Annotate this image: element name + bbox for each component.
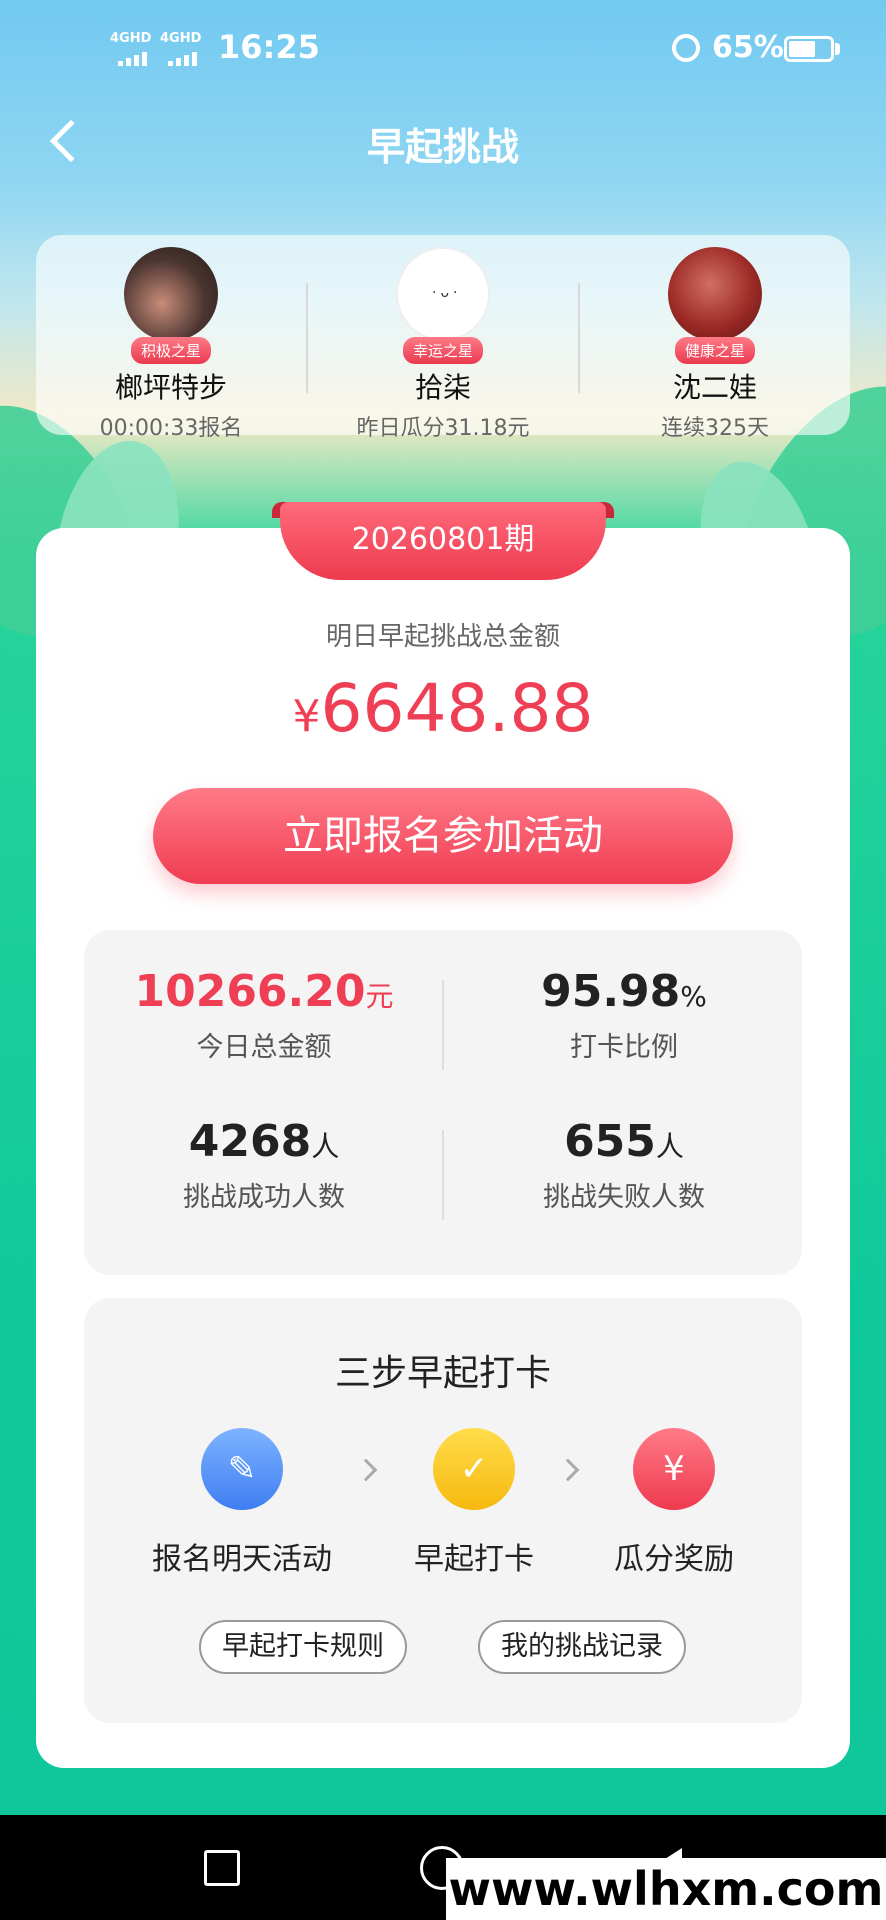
- stat-unit: 人: [655, 1130, 684, 1163]
- pool-amount: ¥6648.88: [0, 670, 886, 747]
- stat-success-count: 4268人 挑战成功人数: [104, 1116, 424, 1214]
- avatar: [668, 247, 762, 341]
- signal-icon: [118, 50, 158, 66]
- star-name: 沈二娃: [672, 371, 757, 404]
- star-name: 拾柒: [414, 371, 471, 404]
- pool-label: 明日早起挑战总金额: [325, 622, 560, 652]
- page-title: 早起挑战: [366, 125, 519, 169]
- currency-symbol: ¥: [292, 691, 321, 742]
- pool-value: 6648.88: [320, 670, 594, 747]
- period-tab: 20260801期: [280, 502, 606, 580]
- star-badge: 幸运之星: [402, 337, 483, 364]
- stat-fail-count: 655人 挑战失败人数: [464, 1116, 784, 1214]
- stat-number: 655: [564, 1116, 656, 1167]
- stat-number: 10266.20: [134, 966, 366, 1017]
- stats-panel: 10266.20元 今日总金额 95.98% 打卡比例 4268人 挑战成功人数…: [84, 930, 802, 1275]
- stat-value: 655人: [464, 1116, 784, 1167]
- step-label-reward: 瓜分奖励: [614, 1542, 734, 1577]
- star-sub: 昨日瓜分31.18元: [356, 416, 530, 441]
- stat-unit: 元: [365, 980, 394, 1013]
- records-button[interactable]: 我的挑战记录: [478, 1620, 686, 1674]
- battery-icon: [784, 36, 834, 62]
- star-sub: 连续325天: [661, 416, 769, 441]
- stat-label: 今日总金额: [196, 1032, 332, 1063]
- star-sub: 00:00:33报名: [99, 416, 243, 441]
- alarm-icon: [672, 34, 700, 62]
- watermark: www.wlhxm.com: [446, 1858, 886, 1920]
- star-name: 榔坪特步: [114, 371, 227, 404]
- avatar: ·ᴗ·: [396, 247, 490, 341]
- rules-button[interactable]: 早起打卡规则: [199, 1620, 407, 1674]
- battery-percent: 65%: [712, 30, 784, 65]
- network-label: 4GHD: [110, 31, 152, 46]
- stars-panel: 积极之星 榔坪特步 00:00:33报名 ·ᴗ· 幸运之星 拾柒 昨日瓜分31.…: [36, 235, 850, 441]
- star-badge: 积极之星: [130, 337, 211, 364]
- stat-checkin-ratio: 95.98% 打卡比例: [464, 966, 784, 1064]
- clock-time: 16:25: [218, 28, 320, 66]
- recent-apps-button[interactable]: [204, 1850, 240, 1886]
- stat-value: 10266.20元: [104, 966, 424, 1017]
- stat-label: 挑战成功人数: [183, 1182, 345, 1213]
- star-badge: 健康之星: [674, 337, 755, 364]
- alarm-clock-icon: ✓: [433, 1428, 515, 1510]
- join-button[interactable]: 立即报名参加活动: [153, 788, 733, 884]
- edit-note-icon: ✎: [201, 1428, 283, 1510]
- star-item-active[interactable]: 积极之星 榔坪特步 00:00:33报名: [36, 247, 306, 442]
- stat-value: 4268人: [104, 1116, 424, 1167]
- stat-unit: 人: [311, 1130, 340, 1163]
- network-indicator-1: 4GHD: [110, 31, 152, 66]
- divider: [442, 980, 444, 1070]
- signal-icon: [168, 50, 208, 66]
- stat-number: 4268: [188, 1116, 312, 1167]
- stat-today-total: 10266.20元 今日总金额: [104, 966, 424, 1064]
- status-bar: 4GHD 4GHD 16:25 65%: [0, 0, 886, 96]
- star-item-healthy[interactable]: 健康之星 沈二娃 连续325天: [580, 247, 850, 442]
- battery-tip: [835, 43, 840, 55]
- network-indicator-2: 4GHD: [160, 31, 202, 66]
- divider: [442, 1130, 444, 1220]
- step-label-signup: 报名明天活动: [152, 1542, 332, 1577]
- red-envelope-icon: ¥: [633, 1428, 715, 1510]
- stat-value: 95.98%: [464, 966, 784, 1017]
- stat-unit: %: [680, 980, 707, 1013]
- battery-fill: [789, 41, 815, 57]
- stat-label: 打卡比例: [570, 1032, 678, 1063]
- steps-title: 三步早起打卡: [334, 1353, 551, 1394]
- avatar: [124, 247, 218, 341]
- network-label: 4GHD: [160, 31, 202, 46]
- star-item-lucky[interactable]: ·ᴗ· 幸运之星 拾柒 昨日瓜分31.18元: [308, 247, 578, 442]
- stat-number: 95.98: [541, 966, 681, 1017]
- stat-label: 挑战失败人数: [543, 1182, 705, 1213]
